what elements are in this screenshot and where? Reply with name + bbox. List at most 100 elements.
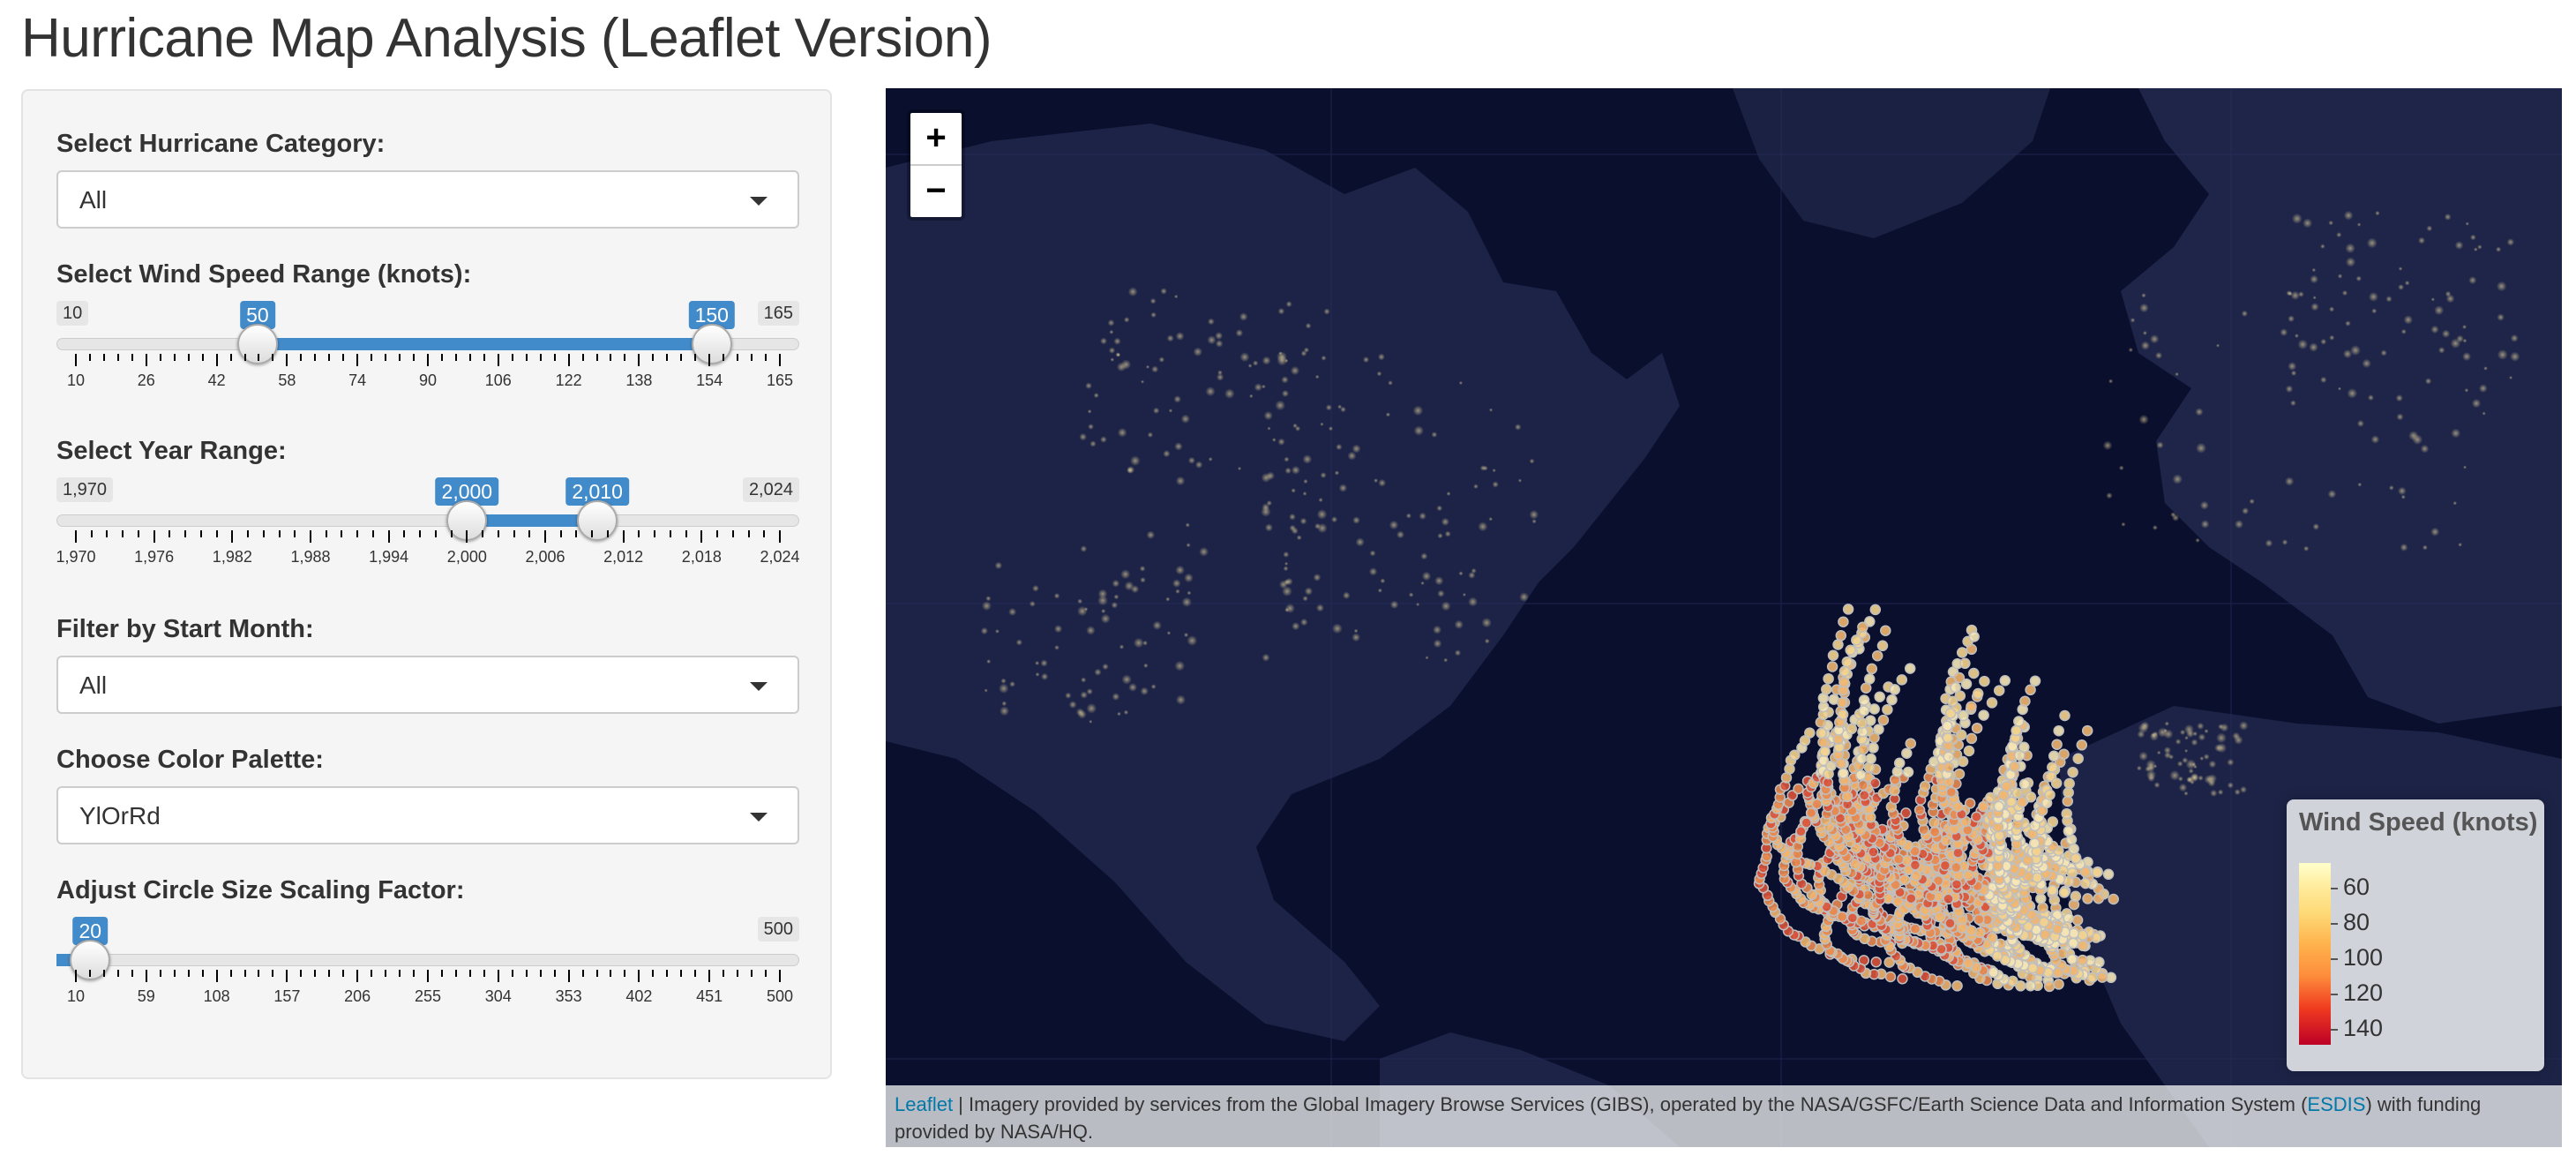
storm-point[interactable] bbox=[1842, 604, 1854, 615]
storm-point[interactable] bbox=[1896, 674, 1908, 686]
storm-point[interactable] bbox=[2044, 789, 2056, 800]
storm-point[interactable] bbox=[1889, 784, 1900, 797]
storm-point[interactable] bbox=[2079, 867, 2092, 878]
storm-point[interactable] bbox=[1805, 807, 1817, 819]
storm-point[interactable] bbox=[1865, 753, 1876, 765]
storm-point[interactable] bbox=[2068, 927, 2079, 939]
storm-point[interactable] bbox=[1939, 859, 1951, 872]
storm-point[interactable] bbox=[2029, 837, 2041, 849]
storm-point[interactable] bbox=[2001, 781, 2012, 792]
storm-point[interactable] bbox=[1857, 743, 1869, 755]
storm-point[interactable] bbox=[1968, 667, 1980, 679]
storm-point[interactable] bbox=[2079, 877, 2092, 889]
storm-point[interactable] bbox=[1866, 663, 1878, 675]
storm-point[interactable] bbox=[1928, 816, 1940, 829]
storm-point[interactable] bbox=[1943, 751, 1954, 762]
storm-point[interactable] bbox=[2052, 966, 2064, 979]
storm-point[interactable] bbox=[1851, 634, 1862, 646]
storm-point[interactable] bbox=[1902, 766, 1914, 778]
storm-point[interactable] bbox=[1999, 675, 2011, 687]
storm-point[interactable] bbox=[1816, 727, 1828, 739]
storm-point[interactable] bbox=[1966, 925, 1977, 936]
storm-point[interactable] bbox=[1883, 957, 1895, 968]
storm-point[interactable] bbox=[1951, 878, 1963, 890]
storm-point[interactable] bbox=[2071, 914, 2084, 927]
storm-point[interactable] bbox=[2038, 916, 2050, 928]
storm-point[interactable] bbox=[2022, 854, 2033, 867]
storm-point[interactable] bbox=[1909, 923, 1921, 935]
category-select[interactable]: All bbox=[56, 170, 799, 229]
storm-point[interactable] bbox=[1942, 720, 1953, 732]
storm-point[interactable] bbox=[1856, 717, 1868, 729]
storm-point[interactable] bbox=[1860, 682, 1872, 694]
storm-point[interactable] bbox=[1958, 709, 1969, 722]
storm-point[interactable] bbox=[1978, 709, 1989, 721]
storm-point[interactable] bbox=[1986, 697, 1998, 709]
storm-point[interactable] bbox=[1846, 912, 1859, 924]
storm-point[interactable] bbox=[1943, 893, 1954, 905]
storm-point[interactable] bbox=[1817, 736, 1829, 748]
zoom-in-button[interactable]: + bbox=[910, 113, 962, 164]
storm-point[interactable] bbox=[1857, 621, 1868, 633]
storm-point[interactable] bbox=[2025, 684, 2036, 696]
storm-point[interactable] bbox=[1857, 779, 1869, 792]
storm-point[interactable] bbox=[1886, 694, 1898, 706]
storm-point[interactable] bbox=[2082, 893, 2093, 904]
storm-point[interactable] bbox=[2070, 852, 2082, 864]
storm-point[interactable] bbox=[1906, 892, 1917, 904]
storm-point[interactable] bbox=[1952, 847, 1964, 859]
year-slider[interactable]: 1,970 2,024 2,000 2,010 1,970 1,976 1,982 1… bbox=[56, 477, 800, 592]
storm-point[interactable] bbox=[1795, 826, 1807, 837]
storm-point[interactable] bbox=[2011, 787, 2023, 799]
storm-point[interactable] bbox=[1943, 762, 1955, 773]
storm-point[interactable] bbox=[2005, 796, 2018, 807]
storm-point[interactable] bbox=[1957, 755, 1969, 768]
esdis-link[interactable]: ESDIS bbox=[2307, 1093, 2365, 1115]
storm-point[interactable] bbox=[1945, 786, 1958, 799]
storm-point[interactable] bbox=[1819, 746, 1831, 757]
storm-point[interactable] bbox=[1904, 663, 1916, 674]
storm-point[interactable] bbox=[1838, 676, 1850, 688]
storm-point[interactable] bbox=[2058, 748, 2070, 760]
storm-point[interactable] bbox=[1858, 694, 1870, 706]
storm-point[interactable] bbox=[2102, 868, 2115, 881]
storm-point[interactable] bbox=[1944, 708, 1957, 719]
storm-point[interactable] bbox=[2067, 766, 2078, 778]
storm-point[interactable] bbox=[1801, 817, 1812, 829]
storm-point[interactable] bbox=[1826, 661, 1838, 672]
storm-point[interactable] bbox=[1951, 861, 1962, 874]
storm-point[interactable] bbox=[1811, 798, 1823, 810]
storm-point[interactable] bbox=[1870, 956, 1882, 968]
storm-point[interactable] bbox=[2025, 979, 2036, 992]
storm-point[interactable] bbox=[1880, 625, 1891, 636]
storm-point[interactable] bbox=[1897, 973, 1908, 985]
storm-point[interactable] bbox=[1913, 804, 1926, 816]
storm-point[interactable] bbox=[2067, 937, 2079, 949]
storm-point[interactable] bbox=[1942, 732, 1954, 744]
storm-point[interactable] bbox=[1950, 681, 1961, 694]
storm-point[interactable] bbox=[2070, 890, 2082, 903]
wind-speed-slider[interactable]: 10 165 50 150 10 26 42 58 74 90 106 122 138 154 16… bbox=[56, 301, 799, 416]
storm-point[interactable] bbox=[2016, 796, 2028, 808]
storm-point[interactable] bbox=[1846, 723, 1858, 735]
storm-point[interactable] bbox=[2086, 972, 2099, 983]
month-select[interactable]: All bbox=[56, 656, 799, 714]
storm-point[interactable] bbox=[1900, 807, 1912, 819]
storm-point[interactable] bbox=[2058, 887, 2071, 898]
storm-point[interactable] bbox=[1979, 675, 1990, 687]
storm-point[interactable] bbox=[1838, 665, 1851, 678]
storm-point[interactable] bbox=[1882, 703, 1893, 716]
storm-point[interactable] bbox=[2013, 716, 2025, 727]
storm-point[interactable] bbox=[2053, 724, 2064, 737]
storm-point[interactable] bbox=[2077, 954, 2088, 966]
storm-point[interactable] bbox=[2047, 816, 2059, 828]
storm-point[interactable] bbox=[1963, 957, 1974, 970]
storm-point[interactable] bbox=[2077, 940, 2089, 952]
storm-point[interactable] bbox=[1821, 683, 1832, 695]
storm-point[interactable] bbox=[1893, 757, 1906, 769]
storm-point[interactable] bbox=[2011, 724, 2022, 737]
storm-point[interactable] bbox=[1874, 691, 1885, 702]
storm-point[interactable] bbox=[1832, 733, 1845, 746]
storm-point[interactable] bbox=[1934, 911, 1946, 923]
storm-point[interactable] bbox=[1835, 630, 1847, 642]
